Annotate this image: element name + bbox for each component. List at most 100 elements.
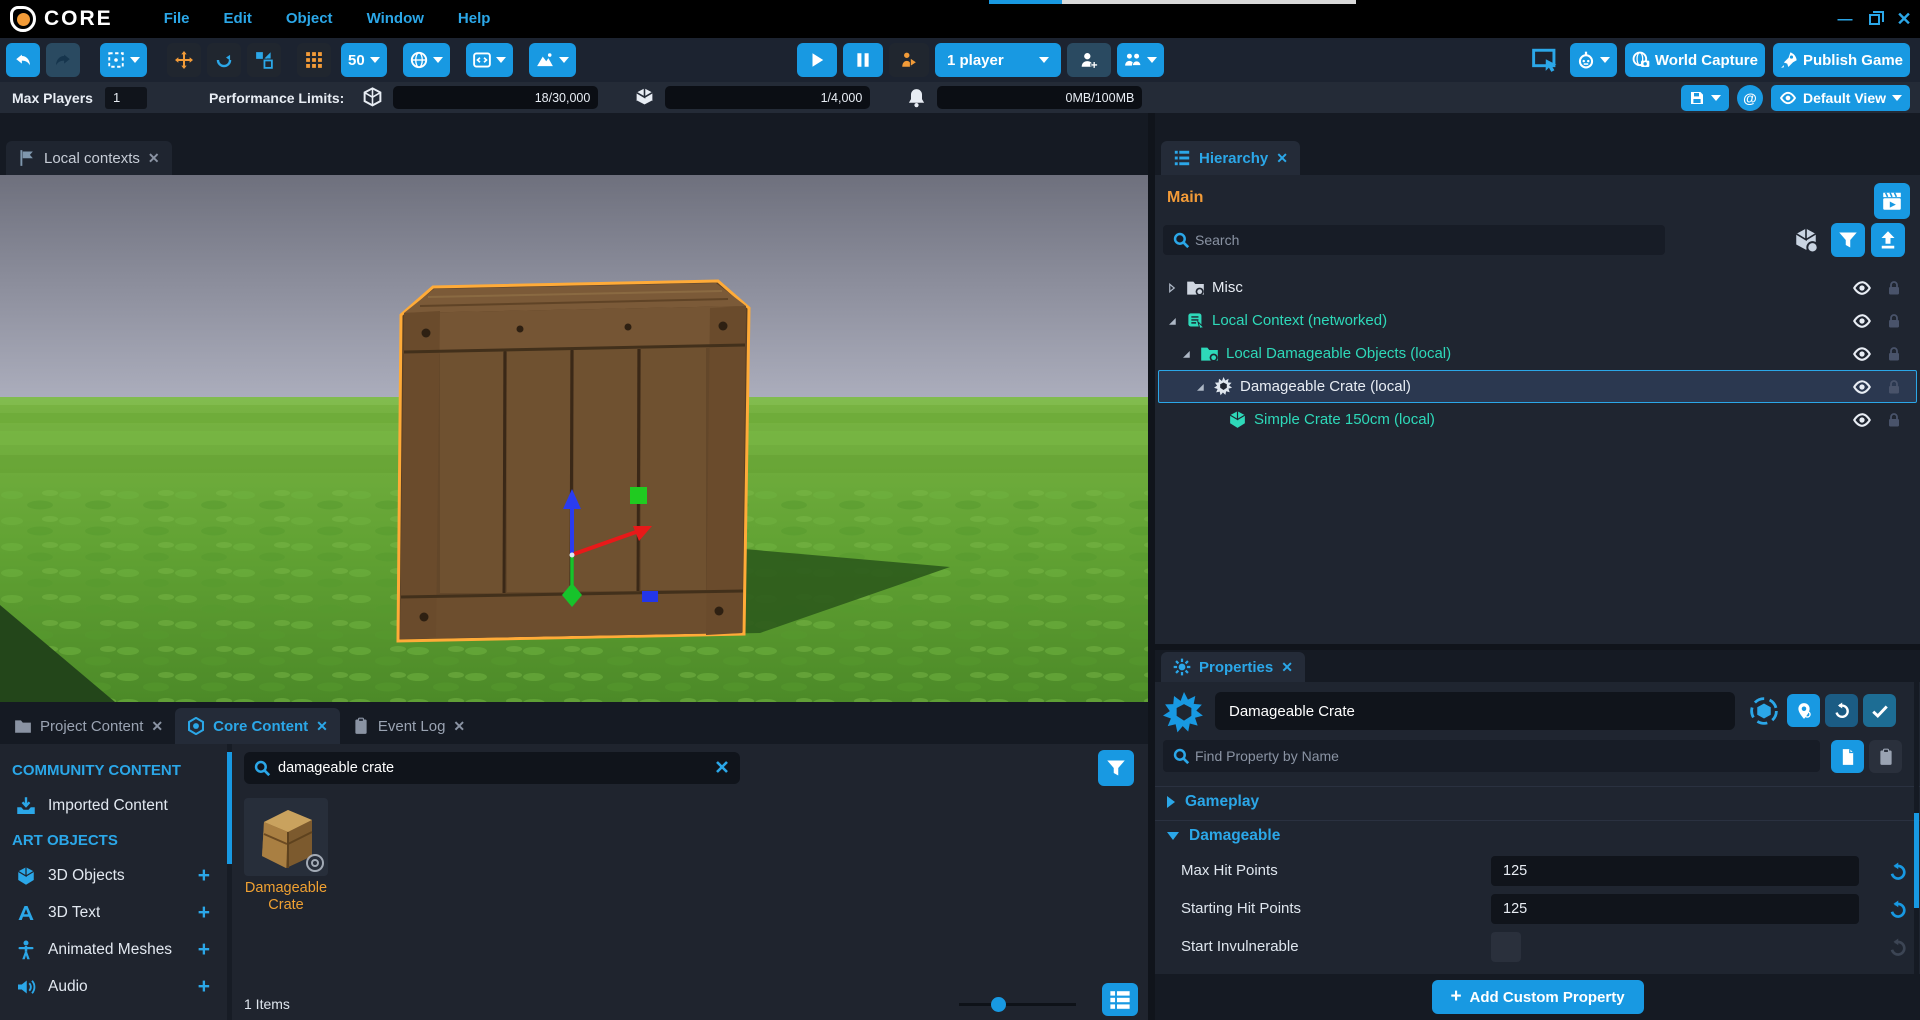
redo-button[interactable] xyxy=(46,43,80,77)
lock-icon[interactable] xyxy=(1886,378,1902,396)
grid-snap-button[interactable] xyxy=(297,43,331,77)
lock-icon[interactable] xyxy=(1886,279,1902,297)
reset-property-icon[interactable] xyxy=(1888,938,1908,958)
add-asset-button[interactable]: + xyxy=(198,938,210,962)
collapse-arrow-icon[interactable] xyxy=(1179,348,1193,360)
tab-local-contexts[interactable]: Local contexts ✕ xyxy=(6,141,172,175)
sidebar-item-3d-objects[interactable]: 3D Objects+ xyxy=(0,857,232,894)
hierarchy-row-simple-crate-150cm-local-[interactable]: Simple Crate 150cm (local) xyxy=(1158,403,1917,436)
minimize-button[interactable]: — xyxy=(1835,9,1855,29)
publish-game-button[interactable]: Publish Game xyxy=(1773,43,1910,77)
menu-object[interactable]: Object xyxy=(269,0,350,38)
preview-settings-dropdown[interactable] xyxy=(1570,43,1617,77)
players-settings-dropdown[interactable] xyxy=(1117,43,1164,77)
close-icon[interactable]: ✕ xyxy=(1276,150,1288,167)
save-dropdown[interactable] xyxy=(1681,85,1729,111)
visibility-eye-icon[interactable] xyxy=(1852,344,1872,364)
expand-arrow-icon[interactable] xyxy=(1165,282,1179,294)
hierarchy-row-local-context-networked-[interactable]: Local Context (networked) xyxy=(1158,304,1917,337)
property-search-input[interactable] xyxy=(1195,740,1805,772)
property-value-input[interactable] xyxy=(1491,894,1859,924)
sidebar-item-imported-content[interactable]: Imported Content xyxy=(0,787,232,824)
thumbnail-size-slider[interactable] xyxy=(959,1003,1076,1006)
lock-icon[interactable] xyxy=(1886,312,1902,330)
asset-tile-damageable-crate[interactable]: Damageable Crate xyxy=(244,798,328,914)
reset-property-icon[interactable] xyxy=(1888,862,1908,882)
sidebar-group-title[interactable]: COMMUNITY CONTENT xyxy=(0,754,232,787)
close-icon[interactable]: ✕ xyxy=(151,718,163,735)
section-damageable[interactable]: Damageable xyxy=(1155,820,1920,850)
hierarchy-row-misc[interactable]: Misc xyxy=(1158,271,1917,304)
lock-icon[interactable] xyxy=(1886,411,1902,429)
sidebar-group-title[interactable]: ART OBJECTS xyxy=(0,824,232,857)
sidebar-item-audio[interactable]: Audio+ xyxy=(0,968,232,1005)
scene-root-label[interactable]: Main xyxy=(1167,189,1203,207)
multiplayer-preview-button[interactable] xyxy=(889,43,929,77)
close-icon[interactable]: ✕ xyxy=(316,718,328,735)
close-icon[interactable]: ✕ xyxy=(453,718,465,735)
viewport-3d[interactable] xyxy=(0,175,1148,702)
slider-knob[interactable] xyxy=(991,997,1006,1012)
content-filter-button[interactable] xyxy=(1098,750,1134,786)
default-view-dropdown[interactable]: Default View xyxy=(1771,85,1910,111)
reset-property-icon[interactable] xyxy=(1888,900,1908,920)
locate-in-hierarchy-button[interactable] xyxy=(1787,694,1820,727)
clear-search-icon[interactable] xyxy=(714,759,730,775)
close-icon[interactable]: ✕ xyxy=(148,150,160,167)
list-view-button[interactable] xyxy=(1102,983,1138,1016)
tab-core-content[interactable]: Core Content✕ xyxy=(175,708,340,744)
world-dropdown[interactable] xyxy=(403,43,450,77)
cinematic-capture-button[interactable] xyxy=(1874,183,1910,219)
hierarchy-row-damageable-crate-local-[interactable]: Damageable Crate (local) xyxy=(1158,370,1917,403)
select-tool-button[interactable] xyxy=(100,43,147,77)
restore-button[interactable] xyxy=(1869,14,1880,25)
add-asset-button[interactable]: + xyxy=(198,975,210,999)
properties-scrollbar[interactable] xyxy=(1914,682,1919,1020)
paste-properties-button[interactable] xyxy=(1869,740,1902,773)
tab-project-content[interactable]: Project Content✕ xyxy=(2,708,175,744)
undo-button[interactable] xyxy=(6,43,40,77)
play-button[interactable] xyxy=(797,43,837,77)
player-count-dropdown[interactable]: 1 player xyxy=(935,43,1061,77)
rotate-tool-button[interactable] xyxy=(207,43,241,77)
property-value-input[interactable] xyxy=(1491,856,1859,886)
property-checkbox[interactable] xyxy=(1491,932,1521,962)
menu-help[interactable]: Help xyxy=(441,0,508,38)
revert-button[interactable] xyxy=(1825,694,1858,727)
max-players-input[interactable] xyxy=(105,87,147,109)
help-button[interactable]: @ xyxy=(1737,85,1763,111)
add-player-button[interactable] xyxy=(1067,43,1111,77)
visibility-eye-icon[interactable] xyxy=(1852,311,1872,331)
visibility-eye-icon[interactable] xyxy=(1852,278,1872,298)
terrain-dropdown[interactable] xyxy=(529,43,576,77)
add-asset-button[interactable]: + xyxy=(198,864,210,888)
collapse-arrow-icon[interactable] xyxy=(1165,315,1179,327)
apply-button[interactable] xyxy=(1863,694,1896,727)
visibility-eye-icon[interactable] xyxy=(1852,410,1872,430)
sidebar-item-animated-meshes[interactable]: Animated Meshes+ xyxy=(0,931,232,968)
monitor-cursor-icon[interactable] xyxy=(1532,47,1558,73)
pause-button[interactable] xyxy=(843,43,883,77)
grid-size-dropdown[interactable]: 50 xyxy=(341,43,387,77)
tab-properties[interactable]: Properties ✕ xyxy=(1161,652,1305,682)
visibility-eye-icon[interactable] xyxy=(1852,377,1872,397)
hierarchy-row-local-damageable-objects-local-[interactable]: Local Damageable Objects (local) xyxy=(1158,337,1917,370)
hierarchy-filter-button[interactable] xyxy=(1831,223,1865,257)
object-name-input[interactable] xyxy=(1215,692,1735,730)
section-gameplay[interactable]: Gameplay xyxy=(1155,786,1920,816)
tab-event-log[interactable]: Event Log✕ xyxy=(340,708,477,744)
scale-tool-button[interactable] xyxy=(247,43,281,77)
menu-edit[interactable]: Edit xyxy=(207,0,269,38)
tab-hierarchy[interactable]: Hierarchy ✕ xyxy=(1161,141,1300,175)
world-capture-button[interactable]: World Capture xyxy=(1625,43,1765,77)
add-asset-button[interactable]: + xyxy=(198,901,210,925)
collapse-arrow-icon[interactable] xyxy=(1193,381,1207,393)
add-custom-property-button[interactable]: +Add Custom Property xyxy=(1432,980,1644,1014)
content-search-input[interactable] xyxy=(278,752,698,784)
hierarchy-export-button[interactable] xyxy=(1871,223,1905,257)
lock-icon[interactable] xyxy=(1886,345,1902,363)
move-tool-button[interactable] xyxy=(167,43,201,77)
close-button[interactable]: ✕ xyxy=(1894,9,1914,29)
script-dropdown[interactable] xyxy=(466,43,513,77)
sidebar-item-3d-text[interactable]: 3D Text+ xyxy=(0,894,232,931)
